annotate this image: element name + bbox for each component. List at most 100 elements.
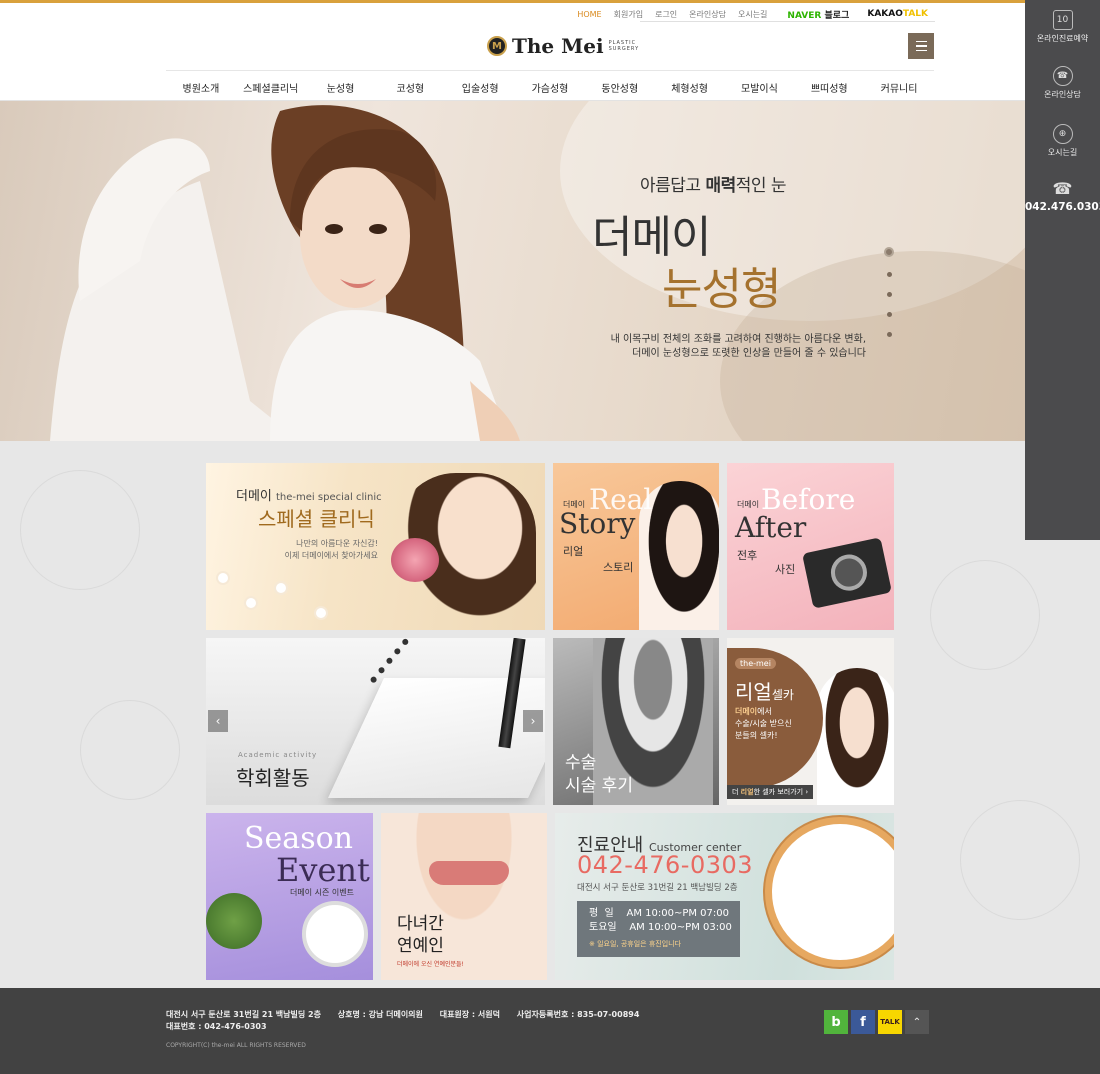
all-menu-button[interactable] <box>908 33 934 59</box>
nav-item-community[interactable]: 커뮤니티 <box>864 80 934 95</box>
nav-item-body[interactable]: 체형성형 <box>655 80 725 95</box>
nav-item-petit[interactable]: 쁘띠성형 <box>794 80 864 95</box>
selfie-more-b: 리얼 <box>740 788 754 796</box>
season-event-ko: 더메이 시즌 이벤트 <box>290 888 354 897</box>
hero-desc-line2: 더메이 눈성형으로 또렷한 인상을 만들어 줄 수 있습니다 <box>632 348 866 359</box>
next-arrow-icon[interactable]: › <box>523 710 543 732</box>
lips-image <box>429 861 509 885</box>
special-brand: 더메이 <box>236 489 277 504</box>
weekday-hours: 평 일 AM 10:00~PM 07:00 <box>589 908 729 919</box>
special-clinic-desc: 나만의 아름다운 자신감! 이제 더메이에서 찾아가세요 <box>268 538 378 562</box>
hero-banner[interactable]: 아름답고 매력적인 눈 더메이 눈성형 내 이목구비 전체의 조화를 고려하여 … <box>0 101 1025 441</box>
naver-blog-link[interactable]: NAVER 블로그 <box>781 8 855 21</box>
hero-subtitle: 아름답고 매력적인 눈 <box>640 171 787 196</box>
nav-item-breast[interactable]: 가슴성형 <box>515 80 585 95</box>
slide-dot-4[interactable] <box>886 312 892 317</box>
before-after-banner[interactable]: 더메이 Before After 전후 사진 <box>727 463 894 630</box>
selfie-more-link[interactable]: 더 리얼한 셀카 보러가기 › <box>727 785 814 799</box>
special-clinic-banner[interactable]: 더메이 the-mei special clinic 스페셜 클리닉 나만의 아… <box>206 463 545 630</box>
blog-icon[interactable]: b <box>824 1010 848 1034</box>
celebrity-banner[interactable]: 다녀간 연예인 더메이에 오신 연예인분들! <box>381 813 547 980</box>
center-phone-number[interactable]: 042-476-0303 <box>577 851 753 879</box>
wall-clock-image <box>765 817 894 967</box>
slider-pagination <box>884 247 894 337</box>
blossom-decoration <box>276 583 286 593</box>
selfie-more-c: 한 셀카 보러가기 › <box>753 788 809 796</box>
util-home-link[interactable]: HOME <box>571 10 607 19</box>
nav-item-hair[interactable]: 모발이식 <box>725 80 795 95</box>
special-clinic-heading: 더메이 the-mei special clinic <box>236 485 382 504</box>
quick-phone[interactable]: ☎ 042.476.0303 <box>1025 178 1100 214</box>
kakaotalk-icon[interactable]: TALK <box>878 1010 902 1034</box>
scroll-top-icon[interactable]: ⌃ <box>905 1010 929 1034</box>
nav-item-lips[interactable]: 입술성형 <box>445 80 515 95</box>
headset-icon: ☎ <box>1052 66 1073 86</box>
clock-image <box>302 901 368 967</box>
prev-arrow-icon[interactable]: ‹ <box>208 710 228 732</box>
real-story-banner[interactable]: 더메이 Real Story 리얼 스토리 <box>553 463 719 630</box>
kakao-talk-link[interactable]: KAKAOTALK <box>861 9 934 19</box>
selfie-tag: the-mei <box>735 658 776 669</box>
quick-consult-label: 온라인상담 <box>1044 90 1081 99</box>
special-clinic-title: 스페셜 클리닉 <box>258 507 375 531</box>
center-address: 대전시 서구 둔산로 31번길 21 백남빌딩 2층 <box>577 883 738 893</box>
slide-dot-2[interactable] <box>886 272 892 277</box>
footer-tel: 대표번호 : 042-476-0303 <box>166 1022 267 1031</box>
selfie-desc-1b: 에서 <box>757 707 772 716</box>
before-after-brand: 더메이 <box>737 500 760 509</box>
util-location-link[interactable]: 오시는길 <box>732 9 773 20</box>
selfie-title-a: 리얼 <box>735 680 772 704</box>
nav-item-antiaging[interactable]: 동안성형 <box>585 80 655 95</box>
selfie-desc-brand: 더메이 <box>735 707 758 716</box>
blossom-decoration <box>316 608 326 618</box>
slide-dot-1[interactable] <box>884 247 894 257</box>
logo-subtext: PLASTIC SURGERY <box>609 40 640 52</box>
header: HOME 회원가입 로그인 온라인상담 오시는길 NAVER 블로그 KAKAO… <box>0 3 1025 101</box>
nav-item-about[interactable]: 병원소개 <box>166 80 236 95</box>
footer: 대전시 서구 둔산로 31번길 21 백남빌딩 2층 상호명 : 강남 더메이의… <box>0 988 1100 1074</box>
slide-dot-3[interactable] <box>886 292 892 297</box>
compass-icon: ⊕ <box>1052 124 1073 144</box>
facebook-icon[interactable]: f <box>851 1010 875 1034</box>
quick-location-label: 오시는길 <box>1047 148 1078 157</box>
quick-online-reservation[interactable]: 10 온라인진료예약 <box>1025 10 1100 44</box>
quick-location[interactable]: ⊕ 오시는길 <box>1025 124 1100 158</box>
event-title: Event <box>276 851 370 889</box>
logo-text: The Mei <box>512 34 604 58</box>
season-event-banner[interactable]: Season Event 더메이 시즌 이벤트 <box>206 813 373 980</box>
slide-dot-5[interactable] <box>886 332 892 337</box>
hamburger-icon <box>915 40 927 43</box>
nav-item-eye[interactable]: 눈성형 <box>306 80 376 95</box>
nav-item-nose[interactable]: 코성형 <box>375 80 445 95</box>
util-consult-link[interactable]: 온라인상담 <box>683 9 732 20</box>
site-logo[interactable]: M The Mei PLASTIC SURGERY <box>487 34 639 58</box>
nav-item-special-clinic[interactable]: 스페셜클리닉 <box>236 80 306 95</box>
celebrity-title-2: 연예인 <box>397 936 444 956</box>
utility-nav: HOME 회원가입 로그인 온라인상담 오시는길 NAVER 블로그 KAKAO… <box>571 7 934 21</box>
footer-info-line1: 대전시 서구 둔산로 31번길 21 백남빌딩 2층 상호명 : 강남 더메이의… <box>166 1009 653 1020</box>
footer-copyright: COPYRIGHT(C) the-mei ALL RIGHTS RESERVED <box>166 1042 306 1049</box>
quick-online-consult[interactable]: ☎ 온라인상담 <box>1025 66 1100 100</box>
holiday-note: ※ 일요일, 공휴일은 휴진입니다 <box>589 940 682 948</box>
bg-flower-decoration <box>960 800 1080 920</box>
real-story-ko-1: 리얼 <box>563 545 584 558</box>
academic-activity-slider[interactable]: Academic activity 학회활동 ‹ › <box>206 638 545 805</box>
real-story-title-story: Story <box>559 507 636 540</box>
bg-flower-decoration <box>930 560 1040 670</box>
main-nav: 병원소개 스페셜클리닉 눈성형 코성형 입술성형 가슴성형 동안성형 체형성형 … <box>166 70 934 104</box>
sns-links: b f TALK ⌃ <box>824 1010 929 1034</box>
review-title-2: 시술 후기 <box>565 776 633 796</box>
selfie-desc-2: 수술/시술 받으신 <box>735 719 792 728</box>
util-login-link[interactable]: 로그인 <box>649 9 683 20</box>
review-title-1: 수술 <box>565 753 597 773</box>
before-after-ko-1: 전후 <box>737 549 758 562</box>
real-selfie-banner[interactable]: the-mei 리얼셀카 더메이에서 수술/시술 받으신 분들의 셀카! 더 리… <box>727 638 894 805</box>
util-join-link[interactable]: 회원가입 <box>608 9 649 20</box>
selfie-more-a: 더 <box>732 788 741 796</box>
footer-address: 대전시 서구 둔산로 31번길 21 백남빌딩 2층 <box>166 1010 321 1019</box>
surgery-review-banner[interactable]: 수술 시술 후기 <box>553 638 719 805</box>
office-hours-box: 평 일 AM 10:00~PM 07:00 토요일 AM 10:00~PM 03… <box>577 901 740 957</box>
bg-flower-decoration <box>20 470 140 590</box>
saturday-hours: 토요일 AM 10:00~PM 03:00 <box>589 922 732 933</box>
hero-description: 내 이목구비 전체의 조화를 고려하여 진행하는 아름다운 변화, 더메이 눈성… <box>560 333 866 361</box>
